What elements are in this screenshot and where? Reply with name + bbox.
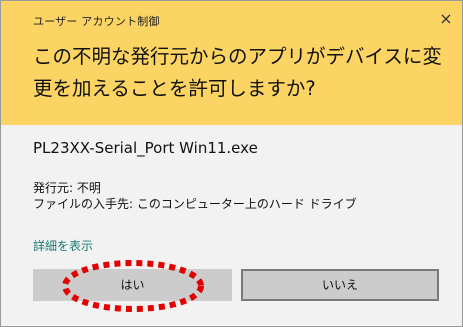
close-icon[interactable]: × xyxy=(436,9,456,29)
warning-header: ユーザー アカウント制御 × この不明な発行元からのアプリがデバイスに変更を加え… xyxy=(1,1,462,125)
program-name: PL23XX-Serial_Port Win11.exe xyxy=(33,139,258,157)
show-details-link[interactable]: 詳細を表示 xyxy=(33,237,93,254)
yes-button[interactable]: はい xyxy=(33,269,232,301)
file-origin-info: ファイルの入手先: このコンピューター上のハード ドライブ xyxy=(33,197,357,211)
program-details: 発行元: 不明 ファイルの入手先: このコンピューター上のハード ドライブ xyxy=(33,180,357,212)
window-title: ユーザー アカウント制御 xyxy=(33,15,160,28)
no-button[interactable]: いいえ xyxy=(241,269,439,301)
permission-question: この不明な発行元からのアプリがデバイスに変更を加えることを許可しますか? xyxy=(33,45,442,100)
publisher-info: 発行元: 不明 xyxy=(33,181,101,195)
uac-dialog: ユーザー アカウント制御 × この不明な発行元からのアプリがデバイスに変更を加え… xyxy=(0,0,463,327)
